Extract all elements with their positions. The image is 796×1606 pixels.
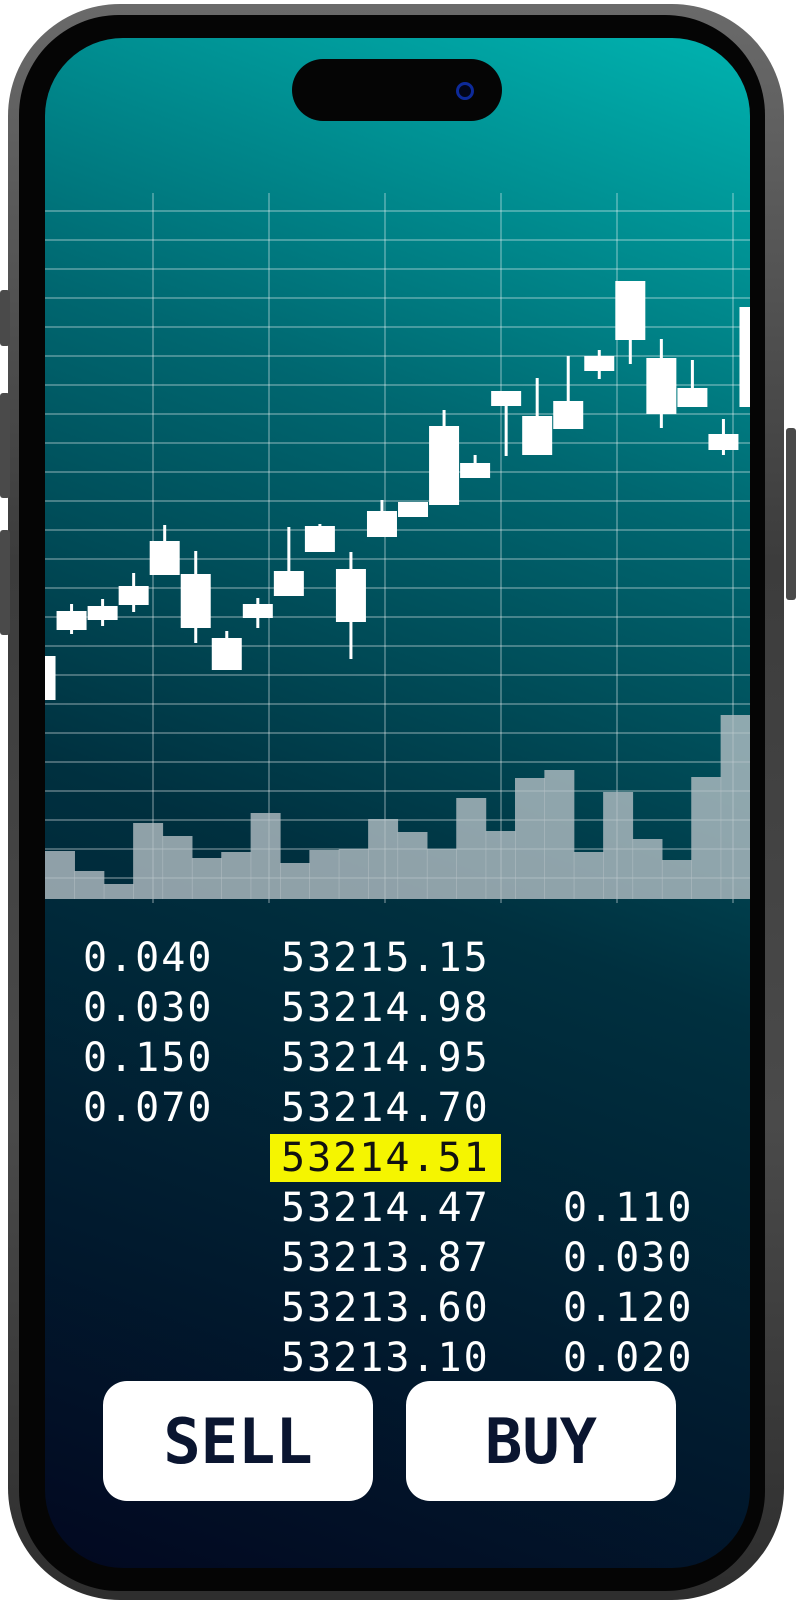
- bid-row[interactable]: 0.070 53214.70: [45, 1084, 750, 1132]
- candle-body: [180, 574, 211, 628]
- volume-down-button: [0, 530, 10, 635]
- sell-button[interactable]: SELL: [103, 1381, 373, 1501]
- candle-body: [56, 611, 87, 630]
- volume-bar: [338, 849, 369, 899]
- candle-body: [491, 391, 522, 406]
- bid-row[interactable]: 0.150 53214.95: [45, 1034, 750, 1082]
- ask-row[interactable]: 53213.10 0.020: [45, 1334, 750, 1382]
- candle-body: [149, 541, 180, 575]
- candle-body: [273, 571, 304, 596]
- volume-bar: [103, 884, 134, 899]
- volume-bar: [133, 823, 164, 899]
- candle-body: [398, 502, 429, 517]
- ask-quantity: 0.020: [563, 1335, 694, 1381]
- volume-bar: [573, 852, 604, 899]
- candle-body: [335, 569, 366, 622]
- volume-bar: [544, 770, 575, 899]
- candle-body: [429, 426, 460, 505]
- candle-body: [87, 606, 118, 620]
- current-price: 53214.51: [270, 1134, 501, 1182]
- volume-bar: [426, 849, 457, 899]
- volume-bar: [485, 831, 516, 899]
- candle-body: [646, 358, 677, 414]
- bid-price: 53215.15: [281, 935, 490, 981]
- action-button: [0, 290, 10, 346]
- candle-body: [708, 434, 739, 450]
- power-button: [786, 428, 796, 600]
- bid-quantity: 0.070: [83, 1085, 214, 1131]
- candle-body: [522, 416, 553, 455]
- bid-quantity: 0.040: [83, 935, 214, 981]
- ask-row[interactable]: 53213.87 0.030: [45, 1234, 750, 1282]
- bid-row[interactable]: 0.030 53214.98: [45, 984, 750, 1032]
- candle-body: [366, 511, 397, 537]
- ask-price: 53213.60: [281, 1285, 490, 1331]
- ask-price: 53213.10: [281, 1335, 490, 1381]
- candle-body: [584, 356, 615, 371]
- ask-price: 53214.47: [281, 1185, 490, 1231]
- volume-bar: [162, 836, 193, 899]
- ask-row[interactable]: 53213.60 0.120: [45, 1284, 750, 1332]
- buy-button[interactable]: BUY: [406, 1381, 676, 1501]
- order-book: 0.040 53215.15 0.030 53214.98 0.150 5321…: [45, 908, 750, 1381]
- candlestick-chart: [45, 193, 750, 903]
- candle-body: [460, 463, 491, 478]
- candle-body: [118, 586, 149, 605]
- candle-body: [304, 526, 335, 552]
- ask-row[interactable]: 53214.47 0.110: [45, 1184, 750, 1232]
- volume-bar: [280, 863, 310, 899]
- volume-bar: [456, 798, 487, 899]
- volume-bar: [309, 850, 340, 899]
- volume-bar: [45, 851, 75, 899]
- candle-body: [615, 281, 646, 340]
- volume-bar: [74, 871, 105, 899]
- candle-body: [45, 656, 56, 700]
- volume-bar: [515, 778, 545, 899]
- volume-up-button: [0, 393, 10, 498]
- volume-bar: [691, 777, 722, 899]
- dynamic-island: [292, 59, 502, 121]
- ask-quantity: 0.120: [563, 1285, 694, 1331]
- current-price-row: 53214.51: [45, 1134, 750, 1182]
- bid-price: 53214.70: [281, 1085, 490, 1131]
- candle-body: [211, 638, 242, 670]
- volume-bar: [250, 813, 281, 899]
- volume-bar: [221, 852, 252, 899]
- volume-bar: [368, 819, 399, 899]
- volume-bar: [632, 839, 663, 899]
- volume-bar: [191, 858, 222, 899]
- candle-body: [553, 401, 584, 429]
- camera-icon: [456, 82, 474, 100]
- volume-bar: [661, 860, 692, 899]
- volume-bar: [603, 792, 634, 899]
- app-screen: 0.040 53215.15 0.030 53214.98 0.150 5321…: [45, 38, 750, 1568]
- bid-row[interactable]: 0.040 53215.15: [45, 934, 750, 982]
- candle-body: [739, 307, 750, 407]
- bid-quantity: 0.150: [83, 1035, 214, 1081]
- bid-price: 53214.98: [281, 985, 490, 1031]
- volume-bar: [720, 715, 750, 899]
- candle-body: [242, 604, 273, 618]
- ask-quantity: 0.030: [563, 1235, 694, 1281]
- volume-bar: [397, 832, 428, 899]
- bid-quantity: 0.030: [83, 985, 214, 1031]
- bid-price: 53214.95: [281, 1035, 490, 1081]
- ask-quantity: 0.110: [563, 1185, 694, 1231]
- ask-price: 53213.87: [281, 1235, 490, 1281]
- candle-body: [677, 388, 708, 407]
